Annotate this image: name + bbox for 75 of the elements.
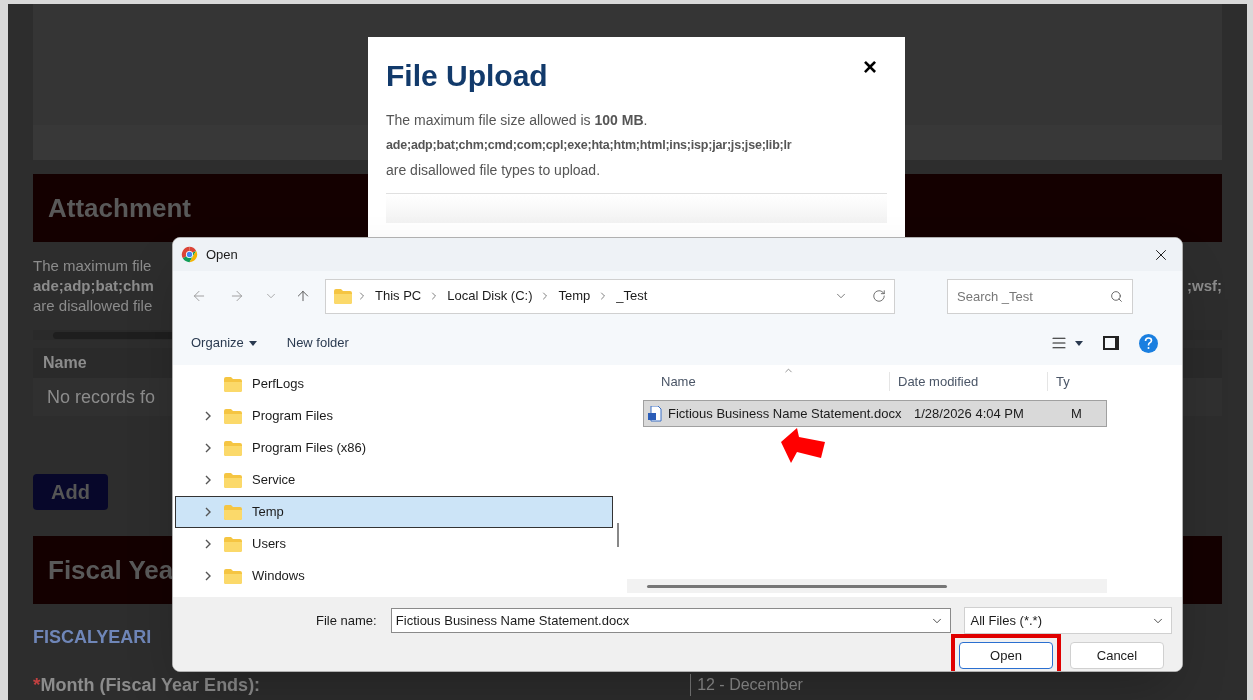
size-notice: The maximum file size allowed is 100 MB. [386,111,649,130]
field-label: File name: [316,611,378,630]
file-types-text: ade;adp;bat;chm;cmd;com;cpl;exe;hta;htm;html;ins;isp;jar;js;jse;lib;lr [386,137,793,154]
folder-name: Windows [252,567,305,586]
folder-tree-item[interactable]: Service [175,464,613,496]
file-row[interactable]: Fictious Business Name Statement.docx 1/28/2026 4:04 PM M [643,400,1107,427]
folder-tree-item[interactable]: Temp [175,496,613,528]
refresh-icon [872,289,886,303]
folder-name: Users [252,535,286,554]
folder-icon [224,408,242,424]
document-icon [648,405,662,422]
folder-tree-item[interactable]: Program Files [175,400,613,432]
toolbar-button[interactable]: New folder [286,333,349,353]
scrollbar-thumb [617,523,619,547]
dialog-button[interactable]: Cancel [1070,642,1164,669]
toolbar-button[interactable]: Organize [191,333,257,353]
empty-table-text: No records fo [47,385,156,409]
folder-name: PerfLogs [252,375,305,394]
notice-text: The maximum file [33,256,152,276]
column-header[interactable]: Ty [1047,371,1070,391]
search-icon [1110,289,1123,303]
expand-icon[interactable] [205,539,211,549]
expand-icon[interactable] [205,475,211,485]
close-button[interactable]: × [863,55,877,79]
breadcrumb-item[interactable]: Temp [555,280,594,312]
folder-tree-item[interactable]: Users [175,528,613,560]
expand-icon[interactable] [205,507,211,517]
breadcrumb-item[interactable]: _Test [613,280,651,312]
folder-icon [224,504,242,520]
column-header[interactable]: Name [623,371,889,391]
file-name: Fictious Business Name Statement.docx [668,404,903,423]
folder-name: Service [252,471,296,490]
column-header[interactable]: Date modified [889,371,1047,391]
folder-icon [334,288,352,304]
field-label: Month (Fiscal Year Ends): [40,673,261,697]
folder-icon [224,536,242,552]
section-title: Fiscal Yea [48,553,174,587]
expand-icon[interactable] [205,443,211,453]
file-type-select[interactable]: All Files (*.*) [964,607,1172,634]
folder-icon [224,440,242,456]
breadcrumb-item[interactable]: This PC [372,280,425,312]
file-date: 1/28/2026 4:04 PM [913,404,1025,423]
folder-icon [224,376,242,392]
folder-icon [224,568,242,584]
month-select[interactable]: 12 - December [690,674,901,697]
breadcrumb-item[interactable]: Local Disk (C:) [444,280,536,312]
browser-logo-icon [181,246,198,263]
folder-name: Program Files [252,407,333,426]
subheading: FISCALYEARI [33,626,152,649]
folder-name: Temp [252,503,284,522]
notice-text: ;wsf; [1187,276,1222,296]
address-bar[interactable]: This PC Local Disk (C:) Temp _Test [325,278,895,314]
folder-tree-item[interactable]: Program Files (x86) [175,432,613,464]
section-title: Attachment [48,191,191,225]
search-field[interactable]: Search _Test [947,278,1133,314]
expand-icon[interactable] [205,411,211,421]
list-view-icon[interactable] [1051,335,1067,351]
column-header: Name [43,353,87,373]
folder-icon [224,472,242,488]
notice-text: are disallowed file [33,296,153,316]
arrow-annotation [781,428,827,464]
file-name-field[interactable]: Fictious Business Name Statement.docx [390,608,952,633]
folder-name: Program Files (x86) [252,439,367,458]
preview-pane-button[interactable] [1103,336,1119,350]
modal-title: File Upload [386,58,548,94]
required-mark: * [33,673,41,697]
disallowed-note: are disallowed file types to upload. [386,161,602,180]
dialog-button[interactable]: Open [959,642,1053,669]
file-type: M [1070,404,1082,423]
folder-tree-item[interactable]: PerfLogs [175,368,613,400]
folder-tree-item[interactable]: Windows [175,560,613,592]
dialog-title: Open [206,245,238,264]
notice-text: ade;adp;bat;chm [33,276,154,296]
expand-icon[interactable] [205,571,211,581]
help-icon[interactable] [1139,333,1158,353]
